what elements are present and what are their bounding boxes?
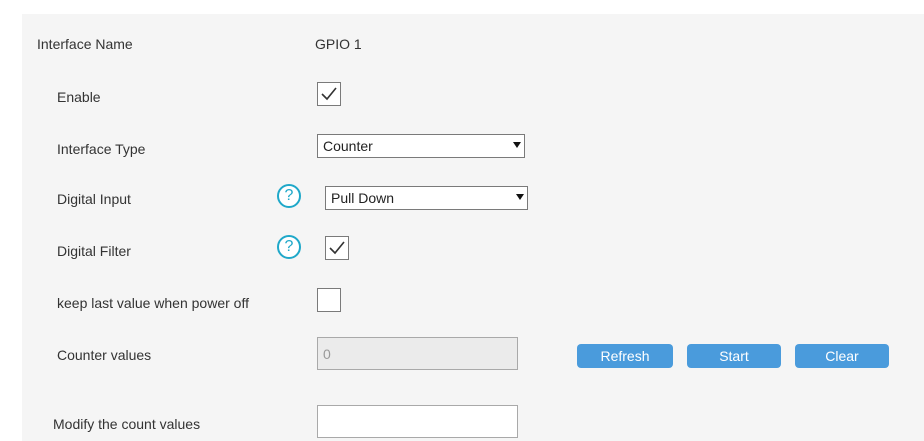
- gpio-settings-panel: Interface Name GPIO 1 Enable Interface T…: [22, 14, 924, 441]
- digital-filter-checkbox[interactable]: [325, 236, 349, 260]
- interface-name-label: Interface Name: [37, 36, 133, 52]
- keep-last-value-checkbox[interactable]: [317, 288, 341, 312]
- interface-type-label: Interface Type: [57, 141, 146, 157]
- digital-input-select[interactable]: Pull Down: [325, 186, 528, 210]
- modify-count-label: Modify the count values: [53, 416, 201, 432]
- digital-input-selected: Pull Down: [331, 190, 395, 206]
- dropdown-arrow-icon: [516, 194, 524, 200]
- digital-input-label: Digital Input: [57, 191, 131, 207]
- digital-filter-help-icon[interactable]: ?: [277, 235, 301, 259]
- interface-name-value: GPIO 1: [315, 36, 362, 52]
- dropdown-arrow-icon: [513, 142, 521, 148]
- modify-count-field[interactable]: [317, 405, 518, 438]
- counter-values-field[interactable]: [317, 337, 518, 370]
- digital-input-help-icon[interactable]: ?: [277, 184, 301, 208]
- interface-type-selected: Counter: [323, 138, 373, 154]
- clear-button[interactable]: Clear: [795, 344, 889, 368]
- keep-last-value-label: keep last value when power off: [57, 295, 249, 311]
- start-button[interactable]: Start: [687, 344, 781, 368]
- enable-checkbox[interactable]: [317, 82, 341, 106]
- digital-filter-label: Digital Filter: [57, 243, 131, 259]
- enable-label: Enable: [57, 89, 101, 105]
- checkmark-icon: [321, 87, 337, 101]
- refresh-button[interactable]: Refresh: [577, 344, 673, 368]
- interface-type-select[interactable]: Counter: [317, 134, 525, 158]
- checkmark-icon: [329, 241, 345, 255]
- counter-values-label: Counter values: [57, 347, 152, 363]
